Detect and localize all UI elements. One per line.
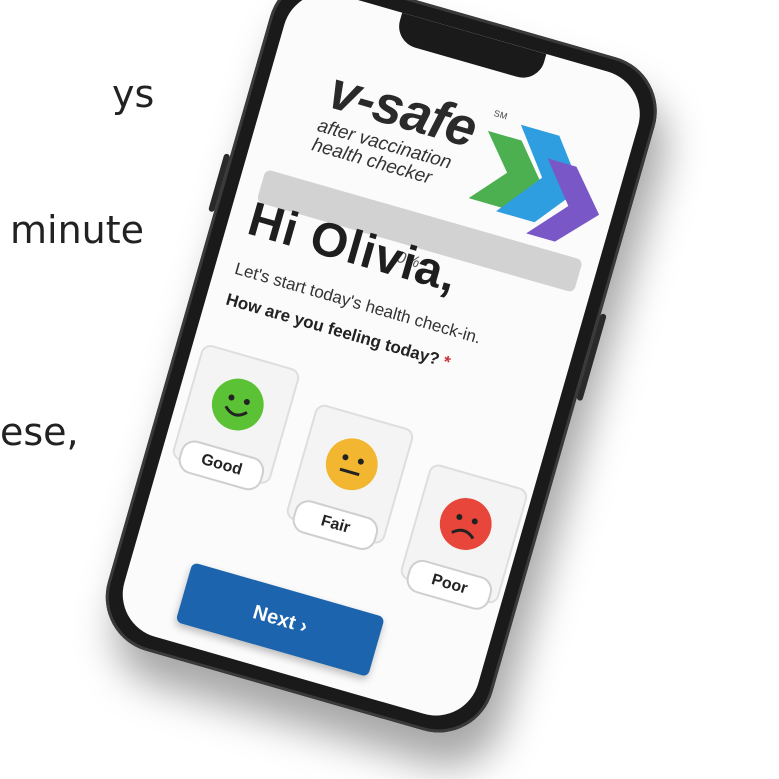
option-fair[interactable]: Fair <box>284 402 416 554</box>
neutral-face-icon <box>325 438 378 491</box>
required-asterisk: * <box>440 351 453 373</box>
background-text-1: ys <box>112 72 155 116</box>
happy-face-icon <box>211 378 264 431</box>
option-poor-label: Poor <box>403 556 496 614</box>
option-good-label: Good <box>175 437 268 494</box>
phone-screen: v-safe SM after vaccination health check… <box>112 0 651 726</box>
option-good[interactable]: Good <box>170 342 302 494</box>
power-button <box>576 313 607 402</box>
phone-mockup: v-safe SM after vaccination health check… <box>92 0 779 769</box>
phone-body: v-safe SM after vaccination health check… <box>92 0 670 746</box>
option-poor[interactable]: Poor <box>398 462 530 614</box>
background-text-2: minute <box>10 208 145 252</box>
sad-face-icon <box>439 498 492 551</box>
phone-notch <box>393 12 547 83</box>
volume-button <box>208 153 231 213</box>
background-text-3: ese, <box>0 410 79 454</box>
next-button[interactable]: Next › <box>175 562 385 677</box>
option-fair-label: Fair <box>289 496 382 554</box>
